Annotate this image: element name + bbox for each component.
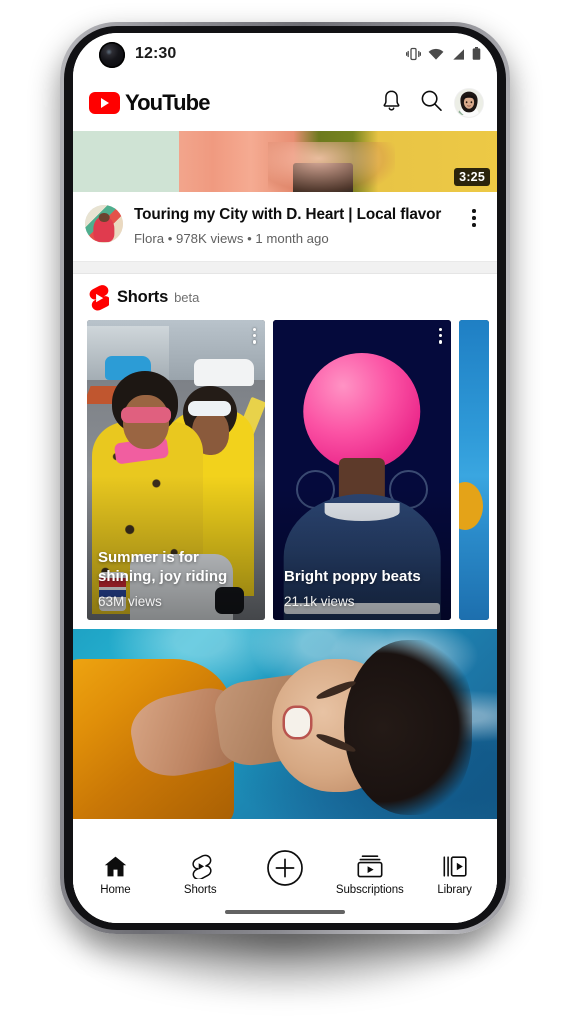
- channel-avatar[interactable]: [85, 205, 123, 243]
- shorts-carousel[interactable]: Summer is for shining, joy riding 63M vi…: [73, 319, 497, 620]
- shorts-shelf-title: Shorts: [117, 288, 169, 307]
- nav-label: Subscriptions: [335, 884, 404, 896]
- video-thumbnail-image: [73, 628, 497, 819]
- search-button[interactable]: [411, 83, 451, 123]
- channel-avatar-head: [98, 212, 110, 223]
- shorts-card-title: Bright poppy beats: [284, 567, 421, 585]
- nav-item-create[interactable]: [243, 850, 328, 887]
- subscriptions-icon: [357, 854, 383, 879]
- thumbnail-subject: [293, 162, 353, 192]
- kebab-dot: [438, 333, 442, 338]
- image-smile: [285, 708, 311, 737]
- home-icon: [103, 854, 128, 879]
- status-bar-icons: [406, 33, 481, 75]
- avatar-image: [455, 89, 483, 117]
- shorts-card[interactable]: [459, 319, 489, 620]
- kebab-dot: [472, 216, 476, 220]
- kebab-dot: [472, 209, 476, 213]
- shorts-card-image: [459, 319, 489, 620]
- video-duration-badge: 3:25: [454, 168, 490, 186]
- nav-item-library[interactable]: Library: [412, 854, 497, 896]
- wifi-icon: [428, 48, 444, 61]
- shorts-icon: [87, 284, 111, 311]
- video-thumbnail-image: [73, 131, 497, 192]
- youtube-logo[interactable]: YouTube: [89, 90, 210, 116]
- shorts-card-text: Summer is for shining, joy riding 63M vi…: [98, 549, 255, 609]
- phone-screen: 12:30 YouTube 3:25 Touring my City with …: [73, 33, 497, 923]
- shorts-shelf-header: Shorts beta: [73, 274, 497, 320]
- shorts-card-views: 63M views: [98, 593, 162, 609]
- home-indicator: [225, 910, 345, 914]
- cellular-signal-icon: [451, 48, 465, 61]
- shorts-icon: [188, 854, 213, 879]
- youtube-wordmark: YouTube: [125, 90, 210, 115]
- youtube-play-icon: [89, 92, 120, 114]
- nav-item-home[interactable]: Home: [73, 854, 158, 896]
- shorts-card[interactable]: Bright poppy beats 21.1k views: [273, 319, 451, 620]
- screenshot-stage: 12:30 YouTube 3:25 Touring my City with …: [0, 0, 564, 1024]
- shorts-card[interactable]: Summer is for shining, joy riding 63M vi…: [87, 319, 265, 620]
- front-camera-punch-hole: [99, 42, 125, 68]
- nav-label: Shorts: [183, 884, 217, 896]
- kebab-dot: [472, 223, 476, 227]
- video-meta-row[interactable]: Touring my City with D. Heart | Local fl…: [73, 192, 497, 246]
- video-text-block: Touring my City with D. Heart | Local fl…: [123, 205, 463, 246]
- battery-icon: [472, 47, 481, 61]
- nav-item-subscriptions[interactable]: Subscriptions: [327, 854, 412, 896]
- nav-label: Home: [100, 884, 131, 896]
- shorts-card-views: 21.1k views: [284, 593, 355, 609]
- shorts-card-overflow-button[interactable]: [438, 327, 442, 344]
- video-title: Touring my City with D. Heart | Local fl…: [134, 206, 442, 223]
- kebab-dot: [252, 333, 256, 338]
- app-header: YouTube: [73, 75, 497, 131]
- video-thumbnail[interactable]: 3:25: [73, 131, 497, 192]
- section-divider: [73, 260, 497, 274]
- kebab-dot: [252, 327, 256, 331]
- image-hair: [344, 639, 472, 815]
- nav-item-shorts[interactable]: Shorts: [158, 854, 243, 896]
- kebab-dot: [252, 340, 256, 344]
- vibrate-icon: [406, 47, 421, 61]
- kebab-dot: [438, 340, 442, 344]
- shorts-beta-badge: beta: [174, 290, 200, 306]
- nav-label: Library: [437, 884, 472, 896]
- home-feed[interactable]: 3:25 Touring my City with D. Heart | Loc…: [73, 131, 497, 923]
- notifications-button[interactable]: [371, 83, 411, 123]
- library-icon: [443, 854, 467, 879]
- plus-circle-icon: [266, 849, 304, 887]
- status-bar: 12:30: [73, 33, 497, 75]
- image-yellow-subject: [459, 481, 483, 530]
- bell-icon: [380, 89, 403, 118]
- camera-glint: [106, 49, 112, 55]
- video-thumbnail[interactable]: [73, 628, 497, 819]
- account-avatar[interactable]: [455, 89, 483, 117]
- bottom-navigation-bar: Home Shorts Subscriptions Library: [73, 845, 497, 923]
- video-overflow-menu-button[interactable]: [463, 205, 485, 246]
- shorts-card-text: Bright poppy beats 21.1k views: [284, 568, 441, 609]
- shorts-card-overflow-button[interactable]: [252, 327, 256, 344]
- shorts-card-title: Summer is for shining, joy riding: [98, 549, 228, 585]
- search-icon: [420, 89, 443, 117]
- video-subtitle: Flora • 978K views • 1 month ago: [134, 230, 329, 246]
- status-bar-clock: 12:30: [135, 45, 177, 62]
- kebab-dot: [438, 327, 442, 331]
